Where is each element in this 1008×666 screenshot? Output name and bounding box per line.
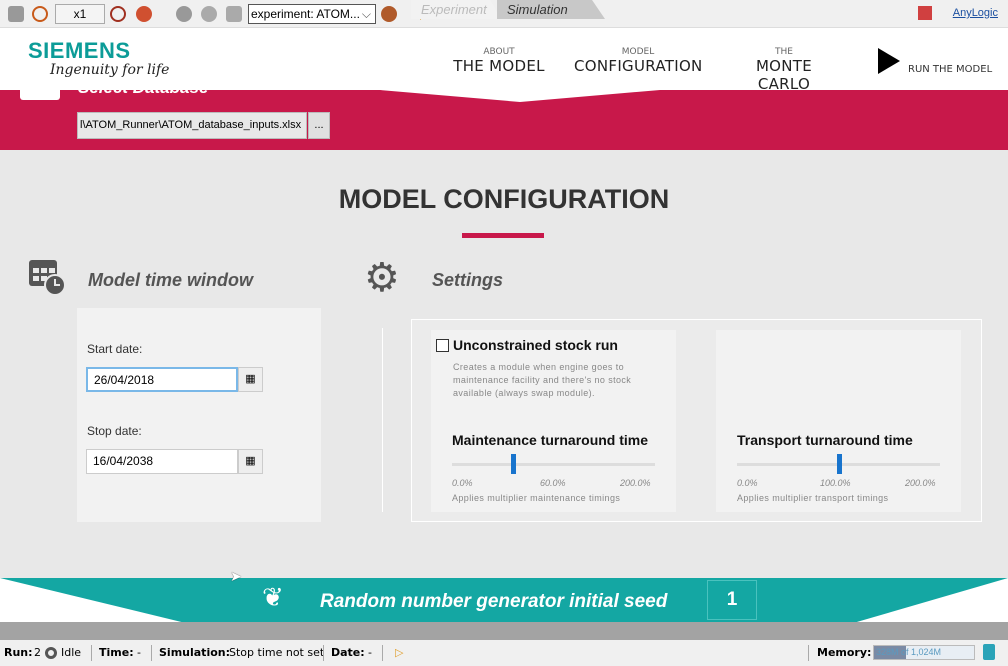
- transport-value: 100.0%: [820, 478, 851, 488]
- step-icon[interactable]: [176, 6, 192, 22]
- maintenance-slider-thumb[interactable]: [510, 454, 516, 474]
- run-play-icon[interactable]: [878, 48, 900, 74]
- title-underline: [462, 233, 544, 238]
- gear-icon: ⚙: [364, 256, 400, 300]
- experiment-select[interactable]: experiment: ATOM... ⌵: [248, 4, 376, 24]
- run-value: 2: [34, 646, 41, 659]
- footer-bar: [0, 622, 1008, 640]
- pause-icon[interactable]: [201, 6, 217, 22]
- nav-small: MODEL: [621, 47, 655, 57]
- play-icon[interactable]: ▷: [395, 640, 403, 666]
- tab-experiment[interactable]: Experiment: [411, 0, 501, 19]
- fast-forward-icon[interactable]: [136, 6, 152, 22]
- maintenance-slider-track[interactable]: [452, 463, 655, 466]
- status-bar: Run: 2 Idle Time: - Simulation: Stop tim…: [0, 640, 1008, 666]
- start-date-field[interactable]: 26/04/2018: [86, 367, 238, 392]
- divider: [382, 328, 383, 512]
- nav-big: THE MODEL: [453, 57, 545, 75]
- stop-date-field[interactable]: 16/04/2038: [86, 449, 238, 474]
- maintenance-value: 60.0%: [540, 478, 566, 488]
- tagline: Ingenuity for life: [50, 62, 170, 78]
- date-value: -: [368, 646, 372, 659]
- clock-icon[interactable]: [32, 6, 48, 22]
- maintenance-max: 200.0%: [620, 478, 651, 488]
- select-database-title: Select Database: [78, 82, 209, 97]
- stop-date-calendar-button[interactable]: ▦: [238, 449, 263, 474]
- simulation-value: Stop time not set: [229, 646, 325, 659]
- calendar-clock-icon: [29, 260, 66, 296]
- transport-description: Applies multiplier transport timings: [737, 493, 889, 503]
- run-experiment-icon[interactable]: [381, 6, 397, 22]
- seed-label: Random number generator initial seed: [320, 591, 668, 612]
- nav-about-the-model[interactable]: ABOUT THE MODEL: [452, 47, 546, 75]
- speed-up-icon[interactable]: [110, 6, 126, 22]
- time-value: -: [137, 646, 141, 659]
- nav-monte-carlo[interactable]: THE MONTE CARLO: [728, 47, 840, 93]
- memory-label: Memory:: [817, 646, 872, 659]
- chevron-down-icon: ⌵: [361, 7, 371, 21]
- browse-button[interactable]: ...: [308, 112, 330, 139]
- time-window-title: Model time window: [88, 270, 253, 290]
- experiment-value: experiment: ATOM...: [251, 7, 360, 21]
- transport-slider-thumb[interactable]: [836, 454, 842, 474]
- nav-small: ABOUT: [483, 47, 515, 57]
- memory-bar: 328M of 1,024M: [873, 645, 975, 660]
- anylogic-link[interactable]: AnyLogic: [953, 7, 998, 19]
- date-label: Date:: [331, 646, 365, 659]
- transport-max: 200.0%: [905, 478, 936, 488]
- database-icon: [20, 90, 60, 100]
- run-state: Idle: [61, 646, 82, 659]
- model-icon[interactable]: [8, 6, 24, 22]
- time-window-panel: [77, 308, 321, 522]
- database-path-field[interactable]: l\ATOM_Runner\ATOM_database_inputs.xlsx: [77, 112, 307, 139]
- start-date-calendar-button[interactable]: ▦: [238, 367, 263, 392]
- run-label: Run:: [4, 646, 33, 659]
- tab-simulation[interactable]: Simulation: [497, 0, 605, 19]
- anylogic-logo-icon: [918, 6, 932, 20]
- simulation-label: Simulation:: [159, 646, 230, 659]
- maintenance-min: 0.0%: [452, 478, 473, 488]
- unconstrained-description: Creates a module when engine goes to mai…: [453, 362, 632, 398]
- run-the-model-link[interactable]: RUN THE MODEL: [908, 64, 992, 75]
- stop-date-label: Stop date:: [87, 424, 142, 438]
- start-date-label: Start date:: [87, 342, 143, 356]
- time-label: Time:: [99, 646, 134, 659]
- sprout-icon: ❦: [262, 582, 284, 612]
- siemens-logo: SIEMENS: [28, 38, 131, 63]
- nav-big: CONFIGURATION: [574, 57, 703, 75]
- memory-value: 328M of 1,024M: [876, 647, 942, 657]
- settings-title: Settings: [432, 270, 504, 290]
- unconstrained-label: Unconstrained stock run: [453, 337, 618, 353]
- unconstrained-checkbox[interactable]: [436, 339, 449, 352]
- maintenance-title: Maintenance turnaround time: [452, 432, 649, 448]
- transport-title: Transport turnaround time: [737, 432, 913, 448]
- speed-field[interactable]: x1: [55, 4, 105, 24]
- nav-model-configuration[interactable]: MODEL CONFIGURATION: [574, 47, 702, 75]
- stop-icon[interactable]: [226, 6, 242, 22]
- nav-small: THE: [775, 47, 793, 57]
- page-title: MODEL CONFIGURATION: [338, 184, 670, 214]
- mouse-cursor-icon: ➤: [230, 568, 242, 584]
- transport-min: 0.0%: [737, 478, 758, 488]
- idle-icon: [45, 647, 57, 659]
- nav-big: MONTE CARLO: [755, 57, 813, 93]
- trash-icon[interactable]: [983, 644, 995, 660]
- seed-field[interactable]: 1: [707, 580, 757, 620]
- maintenance-description: Applies multiplier maintenance timings: [452, 493, 621, 503]
